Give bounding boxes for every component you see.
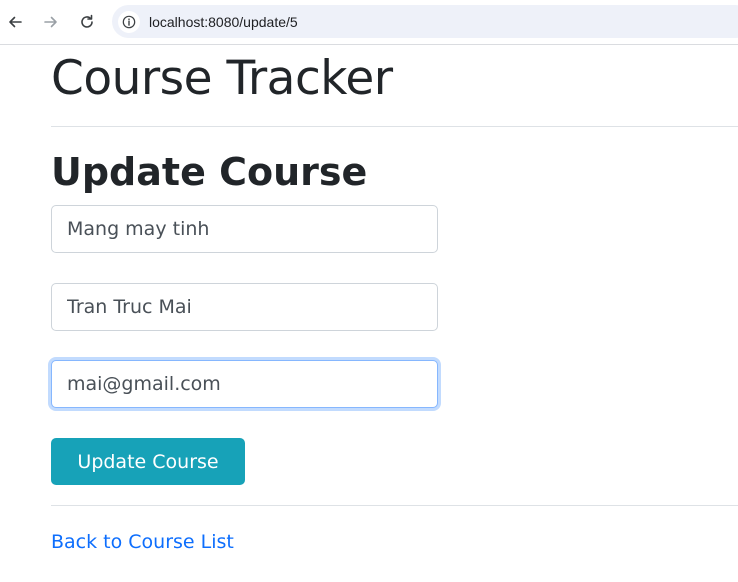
forward-arrow-icon[interactable] bbox=[39, 10, 63, 34]
divider-bottom bbox=[51, 505, 738, 506]
back-arrow-icon[interactable] bbox=[3, 10, 27, 34]
address-bar[interactable]: localhost:8080/update/5 bbox=[112, 5, 738, 38]
update-course-button[interactable]: Update Course bbox=[51, 438, 245, 485]
url-text[interactable]: localhost:8080/update/5 bbox=[149, 14, 298, 30]
back-to-course-list-link[interactable]: Back to Course List bbox=[51, 529, 234, 555]
page-title: Update Course bbox=[51, 150, 368, 194]
info-icon[interactable] bbox=[118, 10, 140, 33]
reload-icon[interactable] bbox=[75, 10, 99, 34]
browser-toolbar: localhost:8080/update/5 bbox=[0, 0, 738, 45]
app-title: Course Tracker bbox=[51, 51, 393, 106]
instructor-input[interactable] bbox=[51, 283, 438, 331]
course-name-input[interactable] bbox=[51, 205, 438, 253]
email-input[interactable] bbox=[51, 360, 438, 408]
divider-top bbox=[51, 126, 738, 127]
